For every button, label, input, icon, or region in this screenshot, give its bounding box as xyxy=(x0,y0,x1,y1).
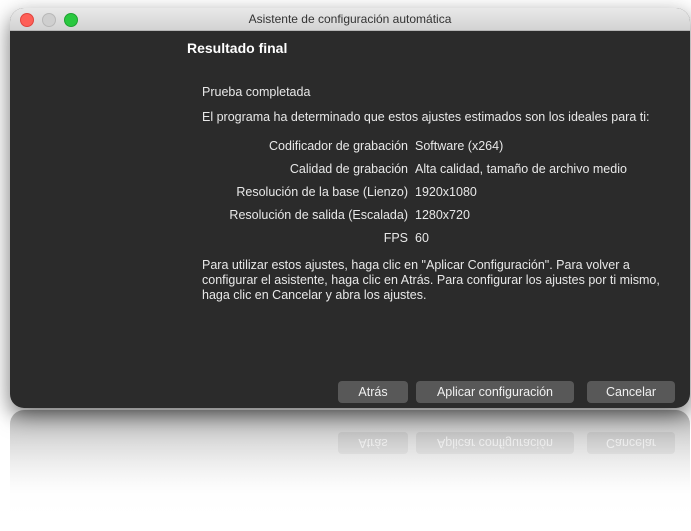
instructions-text: Para utilizar estos ajustes, haga clic e… xyxy=(202,258,660,302)
setting-value: 60 xyxy=(415,231,429,245)
title-bar[interactable]: Asistente de configuración automática xyxy=(10,8,690,31)
reflection-fade xyxy=(0,410,691,531)
window-reflection: Atrás Aplicar configuración Cancelar xyxy=(10,410,690,520)
reflection-surface xyxy=(10,410,690,520)
cancel-button-reflection: Cancelar xyxy=(587,432,675,454)
window-title: Asistente de configuración automática xyxy=(248,12,452,26)
apply-configuration-button[interactable]: Aplicar configuración xyxy=(416,381,574,403)
setting-label: Calidad de grabación xyxy=(289,162,408,176)
setting-value: 1920x1080 xyxy=(415,185,477,199)
intro-text: El programa ha determinado que estos aju… xyxy=(202,110,650,124)
window-controls xyxy=(20,13,78,27)
minimize-window-icon[interactable] xyxy=(42,13,56,27)
setting-label: Resolución de la base (Lienzo) xyxy=(236,185,408,199)
close-window-icon[interactable] xyxy=(20,13,34,27)
zoom-window-icon[interactable] xyxy=(64,13,78,27)
status-text: Prueba completada xyxy=(202,85,311,99)
dialog-window: Asistente de configuración automática Re… xyxy=(10,8,690,408)
setting-value: 1280x720 xyxy=(415,208,470,222)
page-title: Resultado final xyxy=(187,40,288,56)
apply-button-reflection: Aplicar configuración xyxy=(416,432,574,454)
back-button[interactable]: Atrás xyxy=(338,381,408,403)
setting-label: Resolución de salida (Escalada) xyxy=(229,208,408,222)
settings-list: Codificador de grabación Software (x264)… xyxy=(202,139,672,246)
setting-label: FPS xyxy=(383,231,408,245)
back-button-reflection: Atrás xyxy=(338,432,408,454)
cancel-button[interactable]: Cancelar xyxy=(587,381,675,403)
setting-label: Codificador de grabación xyxy=(269,139,408,153)
setting-value: Software (x264) xyxy=(415,139,504,153)
setting-value: Alta calidad, tamaño de archivo medio xyxy=(415,162,627,176)
results-panel: Prueba completada El programa ha determi… xyxy=(202,85,672,313)
